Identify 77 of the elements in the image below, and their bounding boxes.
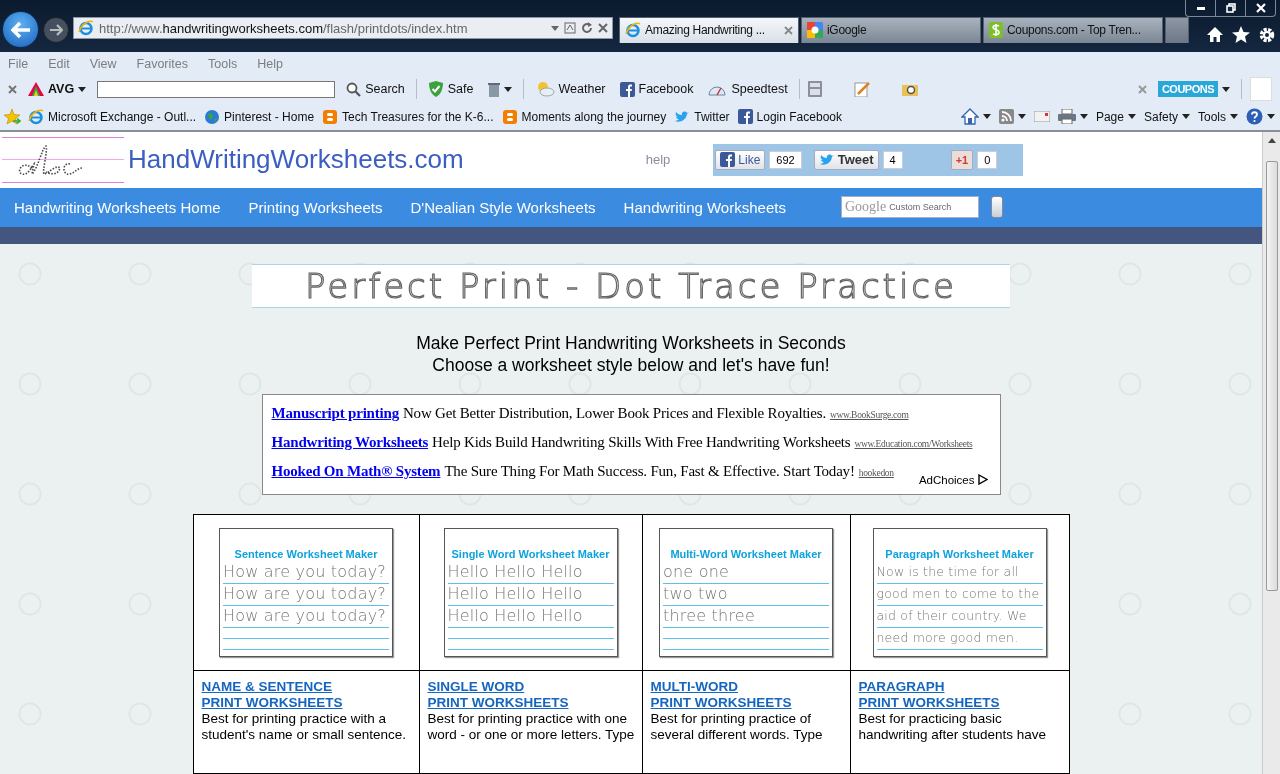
share-count: 692: [769, 150, 802, 169]
favorite-link[interactable]: Twitter: [673, 109, 731, 124]
description-text: Best for printing practice with a: [201, 711, 388, 727]
headline-text: Choose a worksheet style below and let's have fun!: [431, 354, 831, 376]
nav-link[interactable]: D'Nealian Style Worksheets: [410, 198, 596, 216]
worksheet-link[interactable]: PARAGRAPH: [858, 679, 1061, 695]
url-text: http://www.handwritingworksheets.com/flash/printdots/index.htm: [99, 20, 469, 36]
share-button[interactable]: +1: [950, 149, 974, 170]
ad-url[interactable]: www.Education.com/Worksheets: [854, 439, 973, 449]
nav-link[interactable]: Handwriting Worksheets: [623, 198, 786, 216]
worksheet-link[interactable]: PRINT WORKSHEETS: [201, 695, 411, 711]
worksheet-link[interactable]: MULTI-WORD: [650, 679, 842, 695]
browser-tab[interactable]: Amazing Handwriting ...: [619, 16, 799, 43]
nav-link[interactable]: Printing Worksheets: [248, 198, 383, 216]
help-link[interactable]: help: [645, 152, 671, 168]
ad-link[interactable]: Hooked On Math® System: [271, 463, 441, 480]
address-bar[interactable]: http://www.handwritingworksheets.com/flash/printdots/index.htm: [73, 17, 613, 39]
favorite-link[interactable]: Tech Treasures for the K-6...: [321, 108, 495, 125]
worksheet-title: Sentence Worksheet Maker: [233, 548, 379, 560]
worksheet-thumbnail[interactable]: Paragraph Worksheet Maker Now is the time for all good men to come to the aid of their country. We need more good men.: [872, 528, 1047, 657]
banner-title: Perfect Print - Dot Trace Practice: [252, 264, 1010, 308]
worksheet-title: Paragraph Worksheet Maker: [884, 548, 1035, 560]
worksheet-link[interactable]: PRINT WORKSHEETS: [650, 695, 842, 711]
share-button[interactable]: Tweet: [813, 149, 879, 170]
command-menu[interactable]: Safety: [1142, 109, 1191, 124]
worksheet-link[interactable]: PRINT WORKSHEETS: [858, 695, 1061, 711]
avg-menu-button[interactable]: AVG: [25, 82, 90, 96]
favorite-link[interactable]: Microsoft Exchange - Outl...: [27, 108, 198, 125]
worksheet-title: Multi-Word Worksheet Maker: [669, 548, 823, 560]
menu-item[interactable]: Tools: [208, 56, 238, 71]
description-text: student's name or small sentence.: [201, 727, 407, 743]
toolbar-button[interactable]: Speedtest: [704, 82, 791, 96]
menu-item[interactable]: Help: [257, 56, 283, 71]
toolbar-button[interactable]: Weather: [531, 81, 609, 97]
site-title[interactable]: HandWritingWorksheets.com: [128, 144, 464, 176]
search-field[interactable]: Google Custom Search: [840, 196, 979, 219]
headline-text: Make Perfect Print Handwriting Worksheets in Seconds: [416, 332, 846, 354]
google-logo: Google: [844, 199, 887, 216]
browser-tab[interactable]: Coupons.com - Top Tren...: [983, 16, 1163, 43]
description-text: word - or one or more letters. Type: [427, 727, 634, 743]
share-count: 0: [977, 150, 998, 169]
ad-link[interactable]: Manuscript printing: [271, 405, 399, 422]
description-text: handwriting after students have: [858, 727, 1048, 743]
favorite-link[interactable]: Moments along the journey: [500, 108, 668, 125]
menu-item[interactable]: File: [8, 56, 29, 71]
command-menu[interactable]: Page: [1094, 109, 1137, 124]
search-button[interactable]: Search: [343, 81, 408, 97]
worksheet-link[interactable]: PRINT WORKSHEETS: [427, 695, 634, 711]
worksheet-thumbnail[interactable]: Single Word Worksheet Maker Hello Hello Hello Hello Hello Hello Hello Hello Hello: [443, 528, 618, 657]
browser-tab[interactable]: iGoogle: [801, 16, 981, 43]
ad-text: Help Kids Build Handwriting Skills With Free Handwriting Worksheets: [432, 434, 851, 451]
toolbar-button[interactable]: Safe: [424, 80, 477, 98]
share-count: 4: [882, 150, 903, 169]
worksheet-link[interactable]: SINGLE WORD: [427, 679, 634, 695]
description-text: Best for printing practice with one: [427, 711, 629, 727]
ad-text: The Sure Thing For Math Success. Fun, Fast & Effective. Start Today!: [444, 463, 855, 480]
toolbar-button[interactable]: Facebook: [616, 81, 697, 97]
favorite-link[interactable]: Pinterest - Home: [203, 108, 316, 125]
menu-item[interactable]: Edit: [48, 56, 70, 71]
description-text: Best for printing practice of: [650, 711, 813, 727]
menu-item[interactable]: Favorites: [136, 56, 188, 71]
ad-link[interactable]: Handwriting Worksheets: [271, 434, 429, 451]
menu-item[interactable]: View: [89, 56, 117, 71]
description-text: several different words. Type: [650, 727, 824, 743]
worksheet-thumbnail[interactable]: Sentence Worksheet Maker How are you today? How are you today? How are you today?: [219, 528, 393, 657]
command-menu[interactable]: Tools: [1197, 109, 1239, 124]
worksheet-link[interactable]: NAME & SENTENCE: [201, 679, 411, 695]
ad-url[interactable]: hookedon: [858, 468, 894, 478]
ad-text: Now Get Better Distribution, Lower Book Prices and Flexible Royalties.: [402, 405, 826, 422]
worksheet-title: Single Word Worksheet Maker: [450, 548, 611, 560]
description-text: Best for practicing basic: [858, 711, 1003, 727]
search-placeholder: Custom Search: [889, 202, 952, 213]
favorite-link[interactable]: Login Facebook: [736, 109, 843, 124]
share-button[interactable]: Like: [715, 149, 766, 170]
worksheet-thumbnail[interactable]: Multi-Word Worksheet Maker one one two two three three: [659, 528, 833, 657]
ad-url[interactable]: www.BookSurge.com: [830, 410, 909, 420]
nav-link[interactable]: Handwriting Worksheets Home: [14, 198, 221, 216]
